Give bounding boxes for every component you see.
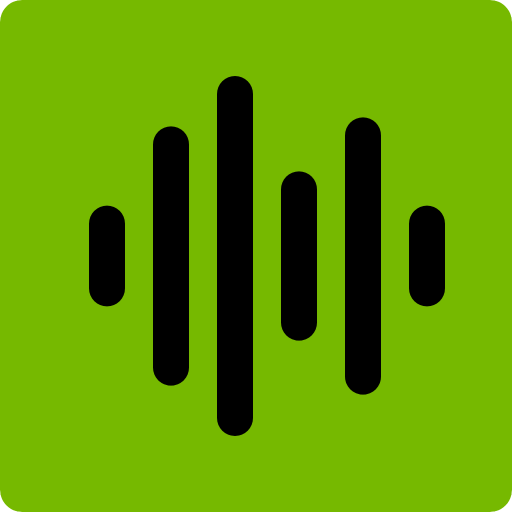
audio-waveform-icon (0, 0, 512, 512)
waveform-bar-4 (281, 171, 317, 341)
waveform-bar-2 (153, 126, 189, 386)
waveform-bar-1 (89, 205, 125, 307)
waveform-bar-5 (345, 117, 381, 395)
waveform-bar-3 (217, 76, 253, 436)
waveform-bar-6 (409, 205, 445, 307)
app-icon (0, 0, 512, 512)
